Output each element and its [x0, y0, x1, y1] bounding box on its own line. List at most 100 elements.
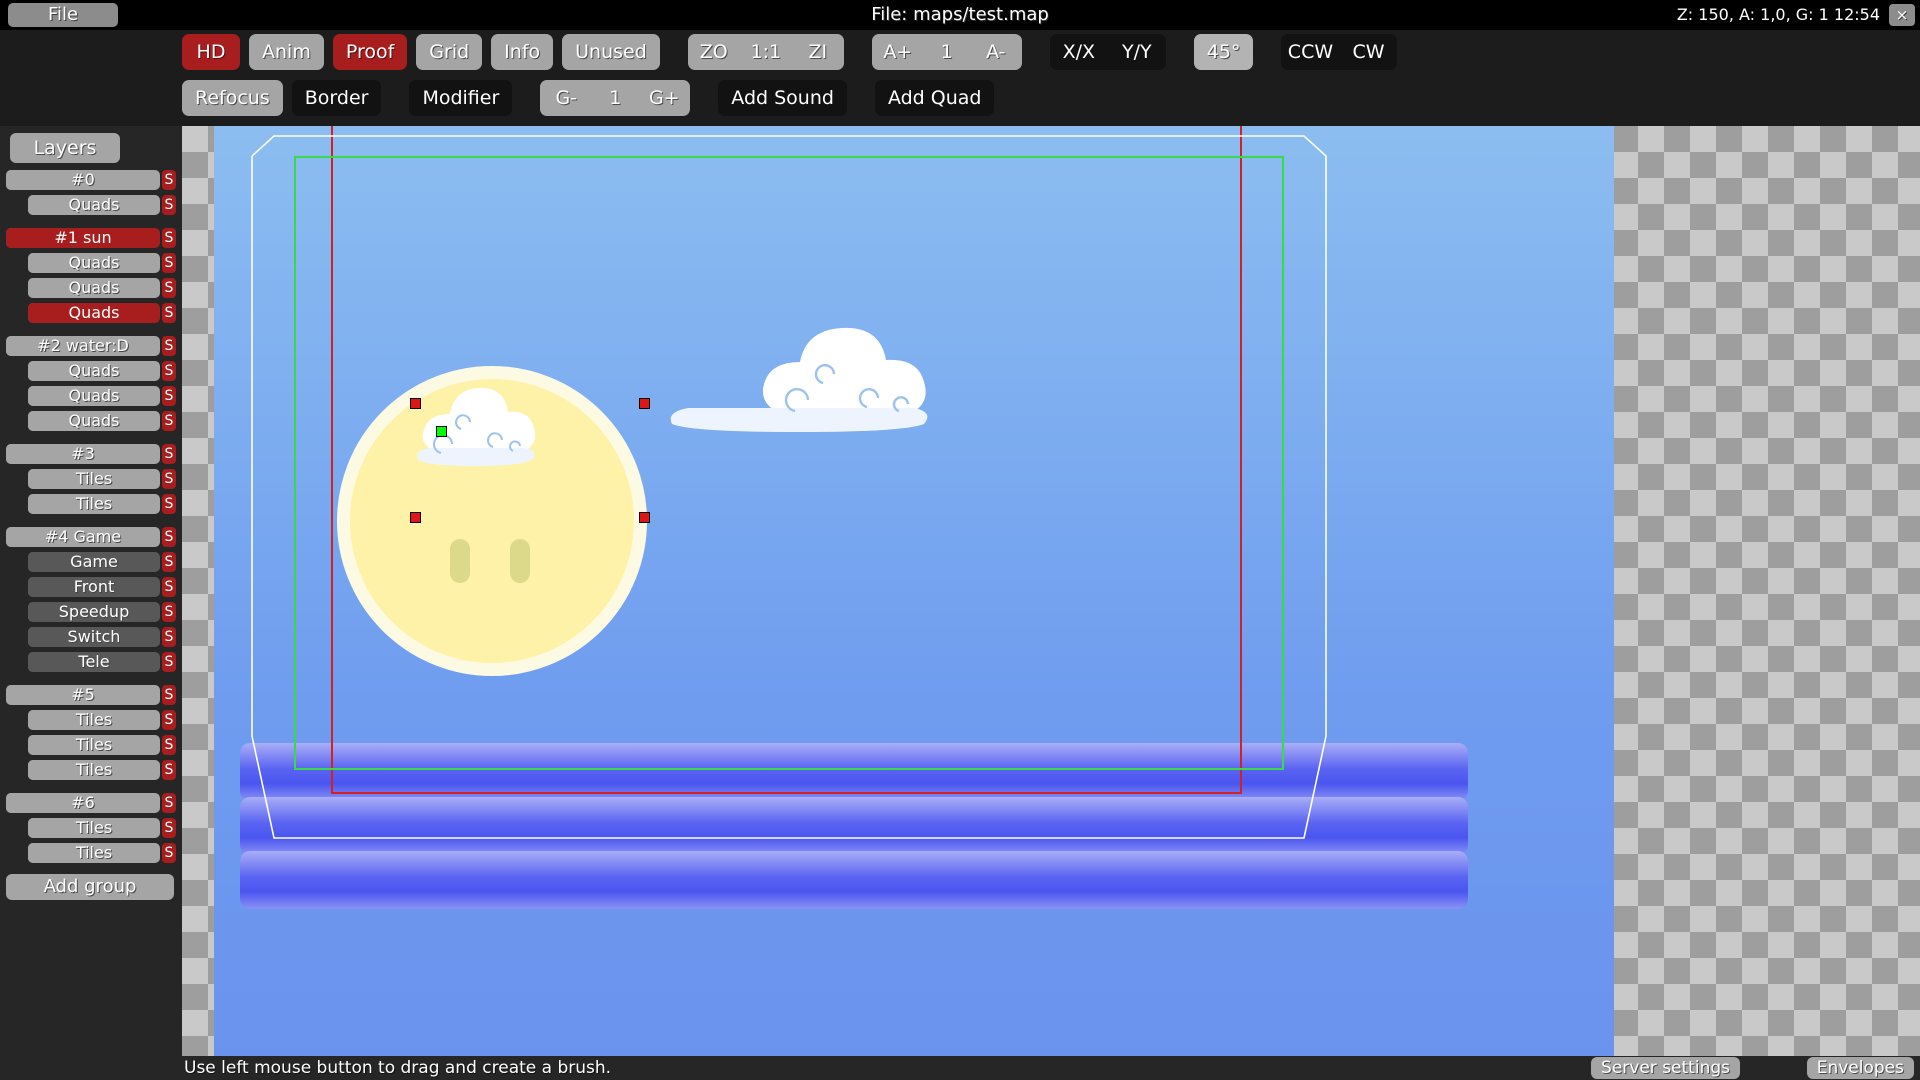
quad-handle-top-left[interactable] — [410, 398, 421, 409]
layer-name-label[interactable]: Tiles — [28, 843, 160, 863]
solo-toggle[interactable]: S — [162, 361, 176, 381]
solo-toggle[interactable]: S — [162, 411, 176, 431]
grid-toggle-button[interactable]: Grid — [416, 34, 482, 70]
layer-row[interactable]: VQuadsS — [0, 195, 182, 215]
solo-toggle[interactable]: S — [162, 195, 176, 215]
zoom-in-button[interactable]: ZI — [792, 34, 844, 70]
layer-name-label[interactable]: Tiles — [28, 494, 160, 514]
close-icon[interactable]: × — [1889, 4, 1915, 26]
layer-name-label[interactable]: #5 — [6, 685, 160, 705]
add-quad-button[interactable]: Add Quad — [875, 80, 995, 116]
anim-speed-value[interactable]: 1 — [924, 34, 970, 70]
layer-row[interactable]: VTilesS — [0, 494, 182, 514]
layer-row[interactable]: VTilesS — [0, 760, 182, 780]
solo-toggle[interactable]: S — [162, 494, 176, 514]
map-canvas[interactable] — [182, 126, 1920, 1056]
grid-size-value[interactable]: 1 — [592, 80, 638, 116]
hd-toggle-button[interactable]: HD — [182, 34, 240, 70]
zoom-reset-button[interactable]: 1:1 — [740, 34, 792, 70]
envelopes-button[interactable]: Envelopes — [1807, 1057, 1914, 1079]
layer-group-row[interactable]: V#4 GameS — [0, 527, 182, 547]
grid-increase-button[interactable]: G+ — [638, 80, 690, 116]
anim-speed-decrease-button[interactable]: A- — [970, 34, 1022, 70]
proof-toggle-button[interactable]: Proof — [333, 34, 407, 70]
layer-name-label[interactable]: Quads — [28, 253, 160, 273]
layer-row[interactable]: VTilesS — [0, 735, 182, 755]
layer-row[interactable]: VTilesS — [0, 469, 182, 489]
refocus-button[interactable]: Refocus — [182, 80, 283, 116]
layer-name-label[interactable]: Tele — [28, 652, 160, 672]
layer-row[interactable]: VQuadsS — [0, 386, 182, 406]
solo-toggle[interactable]: S — [162, 818, 176, 838]
solo-toggle[interactable]: S — [162, 303, 176, 323]
layer-row[interactable]: VTeleS — [0, 652, 182, 672]
solo-toggle[interactable]: S — [162, 228, 176, 248]
layer-group-row[interactable]: V#1 sunS — [0, 228, 182, 248]
solo-toggle[interactable]: S — [162, 760, 176, 780]
zoom-out-button[interactable]: ZO — [688, 34, 740, 70]
layer-name-label[interactable]: Tiles — [28, 818, 160, 838]
layer-name-label[interactable]: Quads — [28, 195, 160, 215]
anim-speed-increase-button[interactable]: A+ — [872, 34, 924, 70]
solo-toggle[interactable]: S — [162, 843, 176, 863]
solo-toggle[interactable]: S — [162, 386, 176, 406]
solo-toggle[interactable]: S — [162, 685, 176, 705]
solo-toggle[interactable]: S — [162, 469, 176, 489]
quad-pivot-handle[interactable] — [436, 426, 447, 437]
add-sound-button[interactable]: Add Sound — [718, 80, 847, 116]
solo-toggle[interactable]: S — [162, 652, 176, 672]
modifier-button[interactable]: Modifier — [409, 80, 512, 116]
layer-group-row[interactable]: V#0S — [0, 170, 182, 190]
layer-name-label[interactable]: Game — [28, 552, 160, 572]
layer-name-label[interactable]: Tiles — [28, 710, 160, 730]
border-button[interactable]: Border — [292, 80, 382, 116]
layer-name-label[interactable]: Quads — [28, 303, 160, 323]
solo-toggle[interactable]: S — [162, 627, 176, 647]
solo-toggle[interactable]: S — [162, 527, 176, 547]
quad-handle-top-right[interactable] — [639, 398, 650, 409]
layer-name-label[interactable]: Quads — [28, 361, 160, 381]
layer-name-label[interactable]: #1 sun — [6, 228, 160, 248]
layer-name-label[interactable]: Speedup — [28, 602, 160, 622]
layer-group-row[interactable]: V#2 water:DS — [0, 336, 182, 356]
layer-row[interactable]: VQuadsS — [0, 253, 182, 273]
layer-group-row[interactable]: V#6S — [0, 793, 182, 813]
layer-name-label[interactable]: Quads — [28, 386, 160, 406]
solo-toggle[interactable]: S — [162, 577, 176, 597]
layer-name-label[interactable]: Switch — [28, 627, 160, 647]
layer-name-label[interactable]: #2 water:D — [6, 336, 160, 356]
layer-name-label[interactable]: Tiles — [28, 469, 160, 489]
layer-group-row[interactable]: V#5S — [0, 685, 182, 705]
layer-name-label[interactable]: Tiles — [28, 735, 160, 755]
solo-toggle[interactable]: S — [162, 793, 176, 813]
solo-toggle[interactable]: S — [162, 552, 176, 572]
layer-row[interactable]: VSpeedupS — [0, 602, 182, 622]
layer-list[interactable]: V#0S VQuadsS V#1 sunS VQuadsS VQuadsS VQuadsS… — [0, 170, 182, 868]
solo-toggle[interactable]: S — [162, 735, 176, 755]
layer-row[interactable]: VTilesS — [0, 818, 182, 838]
layer-row[interactable]: VQuadsS — [0, 411, 182, 431]
server-settings-button[interactable]: Server settings — [1591, 1057, 1740, 1079]
layer-group-row[interactable]: V#3S — [0, 444, 182, 464]
flip-horizontal-button[interactable]: X/X — [1050, 34, 1108, 70]
layer-row[interactable]: VTilesS — [0, 710, 182, 730]
solo-toggle[interactable]: S — [162, 170, 176, 190]
layer-row[interactable]: VGameS — [0, 552, 182, 572]
layer-name-label[interactable]: #6 — [6, 793, 160, 813]
layer-name-label[interactable]: Quads — [28, 278, 160, 298]
layer-name-label[interactable]: #3 — [6, 444, 160, 464]
info-toggle-button[interactable]: Info — [491, 34, 553, 70]
layer-row[interactable]: VTilesS — [0, 843, 182, 863]
layer-row[interactable]: VQuadsS — [0, 303, 182, 323]
layer-name-label[interactable]: Front — [28, 577, 160, 597]
file-menu-button[interactable]: File — [8, 3, 118, 27]
rotate-ccw-button[interactable]: CCW — [1281, 34, 1339, 70]
layer-row[interactable]: VFrontS — [0, 577, 182, 597]
solo-toggle[interactable]: S — [162, 253, 176, 273]
unused-toggle-button[interactable]: Unused — [562, 34, 660, 70]
rotate-cw-button[interactable]: CW — [1339, 34, 1397, 70]
solo-toggle[interactable]: S — [162, 710, 176, 730]
solo-toggle[interactable]: S — [162, 602, 176, 622]
solo-toggle[interactable]: S — [162, 444, 176, 464]
solo-toggle[interactable]: S — [162, 278, 176, 298]
